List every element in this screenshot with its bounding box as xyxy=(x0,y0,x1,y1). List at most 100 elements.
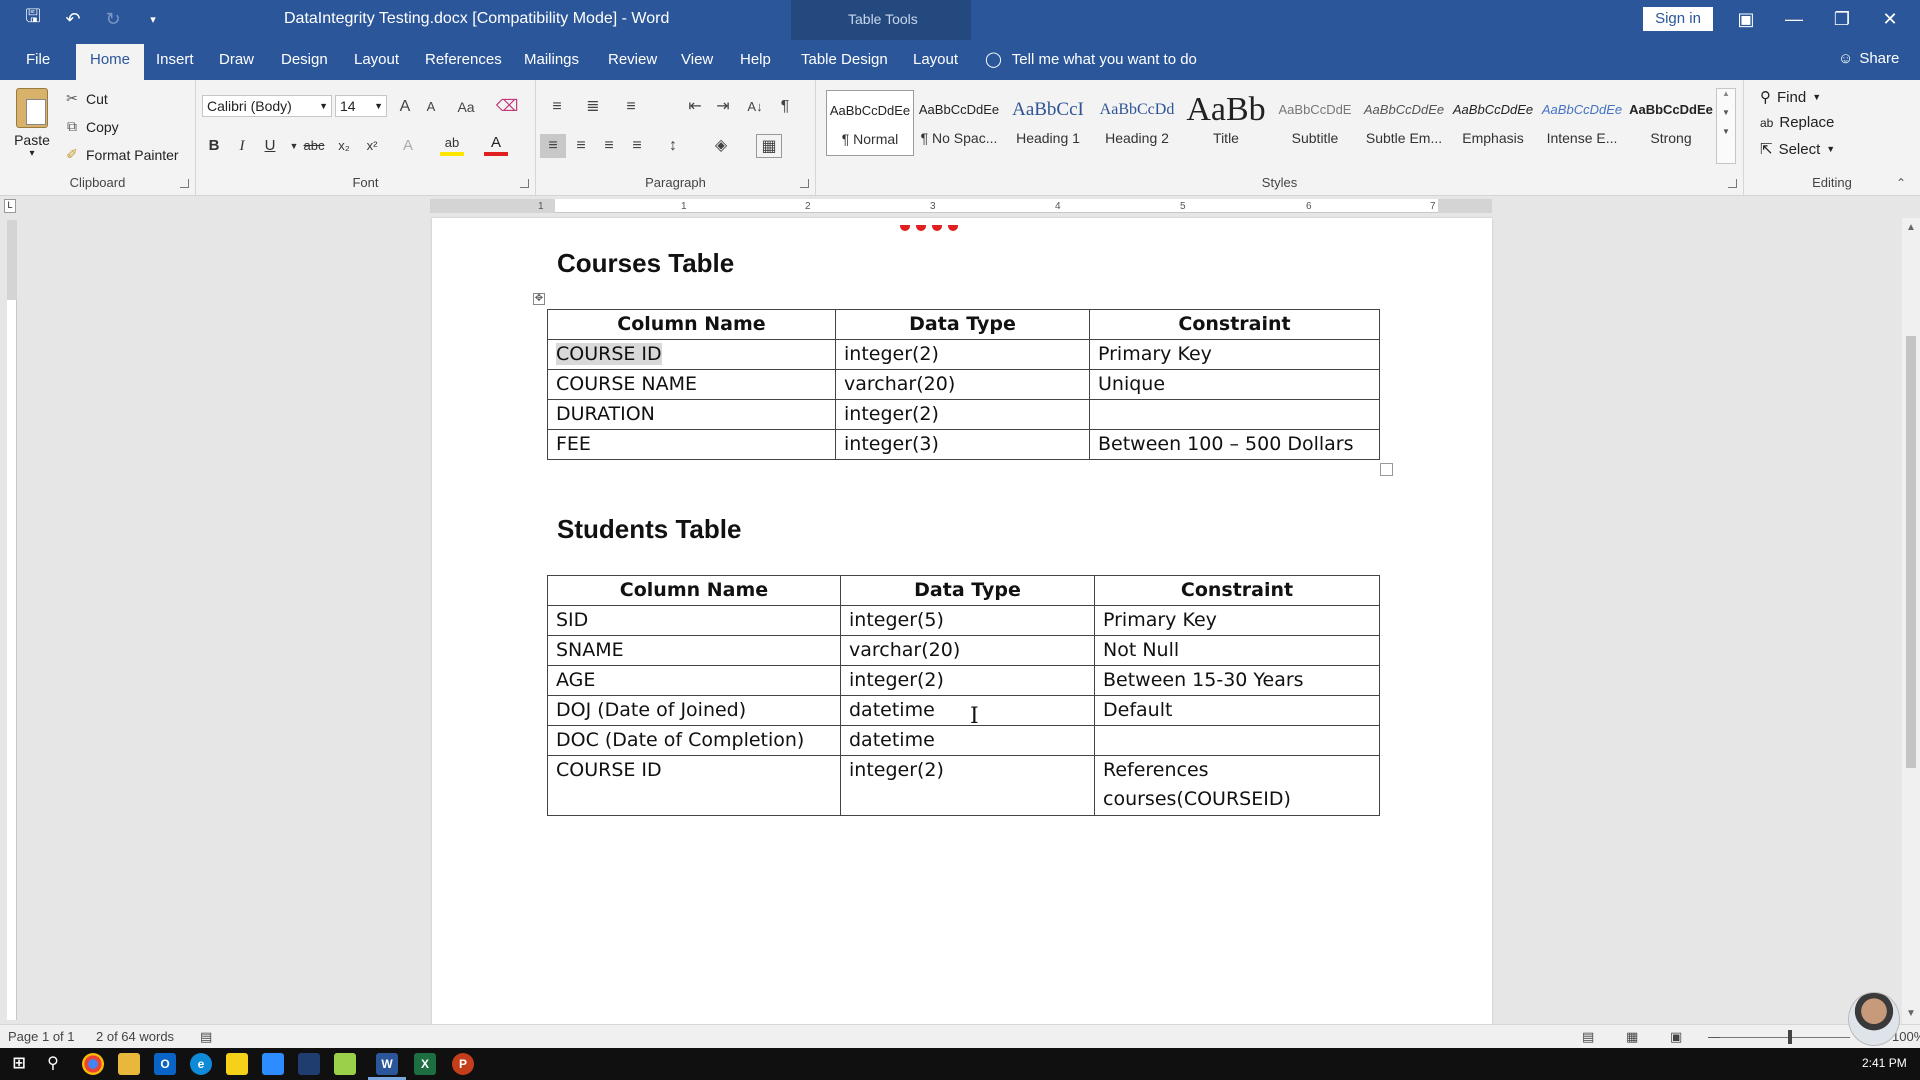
read-mode-icon[interactable]: ▤ xyxy=(1582,1029,1594,1045)
sticky-notes-icon[interactable] xyxy=(226,1053,248,1075)
align-left-icon[interactable]: ≡ xyxy=(540,134,566,158)
table-cell[interactable]: integer(3) xyxy=(835,429,1090,460)
table-cell[interactable]: Not Null xyxy=(1094,635,1380,666)
close-icon[interactable]: ✕ xyxy=(1870,6,1910,32)
more-styles-icon[interactable]: ▼ xyxy=(1717,127,1735,136)
tell-me-search[interactable]: ◯ Tell me what you want to do xyxy=(985,50,1197,69)
scroll-down-icon[interactable]: ▼ xyxy=(1906,1008,1916,1019)
tab-draw[interactable]: Draw xyxy=(219,51,254,68)
table-cell[interactable]: datetime xyxy=(840,725,1095,756)
sql-server-icon[interactable] xyxy=(298,1053,320,1075)
table-header-cell[interactable]: Data Type xyxy=(840,575,1095,606)
table-cell[interactable]: integer(2) xyxy=(835,399,1090,430)
table-cell[interactable]: integer(5) xyxy=(840,605,1095,636)
superscript-button[interactable]: x² xyxy=(360,134,384,158)
tab-selector-icon[interactable]: L xyxy=(4,199,16,213)
table-cell[interactable]: integer(2) xyxy=(835,339,1090,370)
style-heading-2[interactable]: AaBbCcDd Heading 2 xyxy=(1093,90,1181,156)
zoom-slider[interactable] xyxy=(1720,1037,1850,1038)
paragraph-launcher-icon[interactable] xyxy=(800,179,809,188)
chevron-down-icon[interactable]: ▼ xyxy=(1717,108,1735,117)
table-cell[interactable]: Unique xyxy=(1089,369,1380,400)
align-right-icon[interactable]: ≡ xyxy=(596,134,622,158)
paste-dropdown-icon[interactable]: ▾ xyxy=(10,148,54,159)
students-table[interactable]: Column Name Data Type Constraint SID int… xyxy=(547,575,1380,816)
show-formatting-marks-icon[interactable]: ¶ xyxy=(772,95,798,119)
table-cell[interactable]: DURATION xyxy=(547,399,836,430)
tab-mailings[interactable]: Mailings xyxy=(524,51,579,68)
outlook-icon[interactable]: O xyxy=(154,1053,176,1075)
table-cell[interactable]: FEE xyxy=(547,429,836,460)
scrollbar-thumb[interactable] xyxy=(1906,336,1916,768)
sort-icon[interactable]: A↓ xyxy=(742,95,768,119)
table-cell[interactable]: datetime xyxy=(840,695,1095,726)
bold-button[interactable]: B xyxy=(202,134,226,158)
minimize-icon[interactable]: — xyxy=(1774,6,1814,32)
italic-button[interactable]: I xyxy=(230,134,254,158)
line-spacing-icon[interactable]: ↕ xyxy=(660,134,686,158)
style-title[interactable]: AaBb Title xyxy=(1182,90,1270,156)
format-painter-button[interactable]: ✐ Format Painter xyxy=(64,146,178,163)
tab-home[interactable]: Home xyxy=(76,44,145,80)
table-cell[interactable]: integer(2) xyxy=(840,665,1095,696)
borders-icon[interactable]: ▦ xyxy=(756,134,782,158)
multilevel-list-icon[interactable]: ≡ xyxy=(618,95,644,119)
change-case-icon[interactable]: Aa xyxy=(448,95,484,119)
table-cell[interactable]: AGE xyxy=(547,665,841,696)
restore-icon[interactable]: ❐ xyxy=(1822,6,1862,32)
cut-button[interactable]: ✂ Cut xyxy=(64,90,108,107)
decrease-indent-icon[interactable]: ⇤ xyxy=(682,95,708,119)
table-cell[interactable]: SID xyxy=(547,605,841,636)
tab-references[interactable]: References xyxy=(425,51,502,68)
word-count[interactable]: 2 of 64 words xyxy=(96,1029,174,1044)
redo-icon[interactable]: ↻ xyxy=(100,6,126,32)
proofing-icon[interactable]: ▤ xyxy=(200,1029,212,1045)
table-cell[interactable]: References courses(COURSEID) xyxy=(1094,755,1380,816)
increase-indent-icon[interactable]: ⇥ xyxy=(710,95,736,119)
powerpoint-icon[interactable]: P xyxy=(452,1053,474,1075)
save-icon[interactable]: 🖫 xyxy=(20,6,46,32)
tab-layout[interactable]: Layout xyxy=(354,51,399,68)
table-move-handle-icon[interactable]: ✥ xyxy=(533,293,545,305)
vertical-ruler[interactable] xyxy=(7,220,17,1020)
underline-button[interactable]: U xyxy=(258,134,282,158)
bullets-icon[interactable]: ≡ xyxy=(544,95,570,119)
word-icon[interactable]: W xyxy=(376,1053,398,1075)
copy-button[interactable]: ⧉ Copy xyxy=(64,118,119,135)
align-center-icon[interactable]: ≡ xyxy=(568,134,594,158)
chevron-up-icon[interactable]: ▲ xyxy=(1717,89,1735,98)
replace-button[interactable]: ab Replace xyxy=(1760,114,1834,131)
justify-icon[interactable]: ≡ xyxy=(624,134,650,158)
table-cell[interactable]: COURSE NAME xyxy=(547,369,836,400)
style-strong[interactable]: AaBbCcDdEe Strong xyxy=(1627,90,1715,156)
text-effects-icon[interactable]: A xyxy=(396,134,420,158)
table-cell[interactable]: Primary Key xyxy=(1094,605,1380,636)
paste-button[interactable]: Paste ▾ xyxy=(10,88,54,159)
web-layout-icon[interactable]: ▣ xyxy=(1670,1029,1682,1045)
strikethrough-button[interactable]: abc xyxy=(302,134,326,158)
search-icon[interactable]: ⚲ xyxy=(42,1053,64,1075)
font-name-box[interactable]: Calibri (Body) ▼ xyxy=(202,95,332,117)
style-intense-emphasis[interactable]: AaBbCcDdEe Intense E... xyxy=(1538,90,1626,156)
tab-review[interactable]: Review xyxy=(608,51,657,68)
windows-start-icon[interactable]: ⊞ xyxy=(8,1053,30,1075)
zoom-slider-thumb[interactable] xyxy=(1788,1030,1792,1044)
style-subtitle[interactable]: AaBbCcDdE Subtitle xyxy=(1271,90,1359,156)
table-cell[interactable]: Between 15-30 Years xyxy=(1094,665,1380,696)
print-layout-icon[interactable]: ▦ xyxy=(1626,1029,1638,1045)
tab-table-design[interactable]: Table Design xyxy=(801,51,888,68)
font-launcher-icon[interactable] xyxy=(520,179,529,188)
font-size-box[interactable]: 14 ▼ xyxy=(335,95,387,117)
courses-table[interactable]: Column Name Data Type Constraint COURSE … xyxy=(547,309,1380,460)
tab-file[interactable]: File xyxy=(26,51,50,68)
selected-text[interactable]: COURSE ID xyxy=(556,343,662,365)
style-no-spacing[interactable]: AaBbCcDdEe ¶ No Spac... xyxy=(915,90,1003,156)
table-cell[interactable]: Primary Key xyxy=(1089,339,1380,370)
customize-qat-icon[interactable]: ▾ xyxy=(140,6,166,32)
table-cell[interactable]: Between 100 – 500 Dollars xyxy=(1089,429,1380,460)
chrome-icon[interactable] xyxy=(82,1053,104,1075)
table-cell[interactable]: Default xyxy=(1094,695,1380,726)
vertical-scrollbar[interactable]: ▲ ▼ xyxy=(1902,218,1920,1024)
tab-view[interactable]: View xyxy=(681,51,713,68)
table-cell[interactable]: SNAME xyxy=(547,635,841,666)
